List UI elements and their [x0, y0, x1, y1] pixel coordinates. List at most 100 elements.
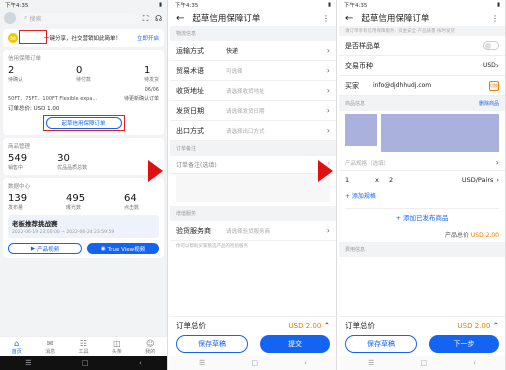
promo-banner[interactable]: 老板推荐挑战赛 2022-06-19 23:00:00 ~ 2022-06-24… [8, 215, 159, 238]
tools-icon: ☷ [79, 338, 88, 348]
highlight-box [42, 115, 125, 131]
battery-icon: ▮ [496, 2, 500, 8]
add-spec-link[interactable]: + 添加规格 [339, 189, 505, 202]
row-label: 交易币种 [345, 61, 373, 70]
save-draft-button[interactable]: 保存草稿 [176, 335, 248, 353]
note-textarea[interactable] [176, 174, 330, 202]
spec-row[interactable]: 产品规格（选填） › [339, 155, 505, 171]
avatar[interactable] [4, 12, 16, 24]
status-time: 下午4:35 [344, 3, 368, 9]
menu-icon[interactable]: ☰ [368, 359, 374, 367]
next-step-button[interactable]: 下一步 [429, 335, 499, 353]
logistics-row[interactable]: 出口方式 请选择出口方式 › [170, 121, 336, 141]
inspection-row[interactable]: 验货服务商 请选择验货服务商 › [170, 221, 336, 241]
logistics-row[interactable]: 贸易术语 可选择 › [170, 61, 336, 81]
menu-icon[interactable]: ☰ [199, 359, 205, 367]
back-arrow-icon[interactable]: ← [176, 13, 184, 24]
buyer-row[interactable]: 买家 info@djdhhudj.com 切换 [339, 76, 505, 96]
row-placeholder: 请选择发货日期 [226, 108, 265, 115]
product-video-button[interactable]: ▶ 产品视频 [8, 243, 82, 254]
stat-number: 64 [123, 193, 137, 204]
home-top-bar: ⌕ 搜索 ⛶ ☊ [0, 10, 167, 26]
order-note-field[interactable]: 订单备注(选填) › [170, 156, 336, 174]
logistics-row[interactable]: 发货日期 请选择发货日期 › [170, 101, 336, 121]
row-label: 收货地址 [176, 86, 204, 95]
chevron-right-icon: › [326, 106, 330, 115]
save-draft-button[interactable]: 保存草稿 [345, 335, 417, 353]
more-icon[interactable]: ⋮ [491, 14, 499, 23]
product-images [339, 111, 505, 155]
more-icon[interactable]: ⋮ [322, 14, 330, 23]
order-date: 06/06 [144, 87, 159, 93]
stat-item[interactable]: 549 销售中 [8, 153, 27, 171]
stat-item[interactable]: 0 待付款 [76, 65, 91, 83]
notice-text: 请订单享有信用保障服务：·资金安全·产品质量·按时发货 [339, 26, 505, 36]
stat-item[interactable]: 139 发布量 [8, 193, 27, 211]
promo-date: 2022-06-19 23:00:00 ~ 2022-06-24 23:59:5… [12, 230, 115, 235]
stat-label: 曝光数 [65, 205, 81, 211]
home-square-icon[interactable]: □ [420, 359, 427, 367]
stat-number: 495 [65, 193, 86, 204]
share-banner: 50 一键分享，社交营销如此简单！ 立即开启 [3, 29, 164, 47]
stat-item[interactable]: 30 优品品质总数 [57, 153, 87, 171]
tab-headlines[interactable]: ◫ 头条 [112, 339, 122, 355]
draft-order-product-screen: 下午4:35 ▮ ← 起草信用保障订单 ⋮ 请订单享有信用保障服务：·资金安全·产… [339, 0, 506, 370]
stat-item[interactable]: 64 点击数 [124, 193, 139, 211]
tab-label: 工具 [78, 348, 89, 355]
headset-icon[interactable]: ☊ [154, 14, 163, 23]
total-amount: USD 2.00 [457, 322, 491, 330]
submit-button[interactable]: 提交 [260, 335, 330, 353]
currency-row[interactable]: 交易币种 USD › [339, 56, 505, 76]
tab-tools[interactable]: ☷ 工具 [78, 339, 88, 355]
product-image[interactable] [381, 114, 499, 152]
logistics-row[interactable]: 收货地址 请选择收货地址 › [170, 81, 336, 101]
draft-order-screen: 下午4:35 ▮ ← 起草信用保障订单 ⋮ 物流信息 运输方式 快递 › 贸易术语 可选择… [170, 0, 337, 370]
row-label: 发货日期 [176, 106, 204, 115]
menu-icon[interactable]: ☰ [25, 359, 31, 367]
order-item[interactable]: 50FT、75FT、100FT Flexible expa... [8, 95, 97, 102]
total-label: 订单总价 [176, 321, 206, 330]
back-icon[interactable]: ‹ [304, 359, 307, 367]
tab-profile[interactable]: ☺ 我的 [145, 339, 155, 355]
quantity-value[interactable]: 2 [389, 176, 462, 184]
back-icon[interactable]: ‹ [473, 359, 476, 367]
row-placeholder: 请选择出口方式 [226, 128, 265, 135]
row-placeholder: 请选择验货服务商 [226, 228, 271, 235]
trueview-button[interactable]: ◉ True View视频 [87, 243, 159, 254]
order-footer: 订单总价 USD 2.00 ⌃ 保存草稿 下一步 [339, 316, 505, 356]
tab-home[interactable]: ⌂ 首页 [12, 339, 22, 355]
coin-icon: 50 [8, 33, 18, 43]
back-icon[interactable]: ‹ [139, 359, 142, 367]
delete-product-link[interactable]: 删除商品 [479, 100, 499, 107]
search-input[interactable]: ⌕ 搜索 [20, 12, 137, 24]
tab-messages[interactable]: ✉ 消息 [45, 339, 55, 355]
stat-item[interactable]: 495 曝光数 [66, 193, 85, 211]
row-value: 快递 [226, 48, 239, 55]
switch-buyer-icon[interactable]: 切换 [489, 80, 499, 91]
home-square-icon[interactable]: □ [82, 359, 89, 367]
row-placeholder: 可选择 [226, 68, 243, 75]
stat-item[interactable]: 2 待确认 [8, 65, 23, 83]
back-arrow-icon[interactable]: ← [345, 13, 353, 24]
search-icon: ⌕ [24, 14, 28, 21]
page-header: ← 起草信用保障订单 ⋮ [339, 10, 505, 26]
sample-toggle[interactable] [483, 41, 499, 50]
stat-label: 销售中 [8, 165, 24, 171]
system-nav-bar: ☰ □ ‹ [170, 356, 336, 370]
order-footer: 订单总价 USD 2.00 ⌃ 保存草稿 提交 [170, 316, 336, 356]
group-label: 订单备注 [170, 141, 336, 156]
product-thumbnail[interactable] [345, 114, 377, 146]
chevron-up-icon[interactable]: ⌃ [324, 321, 330, 330]
chevron-up-icon[interactable]: ⌃ [493, 321, 499, 330]
stat-item[interactable]: 1 待发货 [144, 65, 159, 83]
add-product-button[interactable]: + 添加已发布商品 [345, 208, 499, 224]
scan-icon[interactable]: ⛶ [141, 14, 150, 23]
status-time: 下午4:35 [175, 3, 199, 9]
logistics-row[interactable]: 运输方式 快递 › [170, 41, 336, 61]
unit-price[interactable]: USD/Pairs [462, 176, 494, 184]
bottom-tab-bar: ⌂ 首页 ✉ 消息 ☷ 工具 ◫ 头条 ☺ 我的 [0, 336, 167, 356]
home-square-icon[interactable]: □ [251, 359, 258, 367]
subtotal-amount: USD 2.00 [470, 232, 499, 239]
draft-order-button[interactable]: 起草信用保障订单 [42, 115, 125, 131]
banner-link[interactable]: 立即开启 [137, 34, 159, 42]
